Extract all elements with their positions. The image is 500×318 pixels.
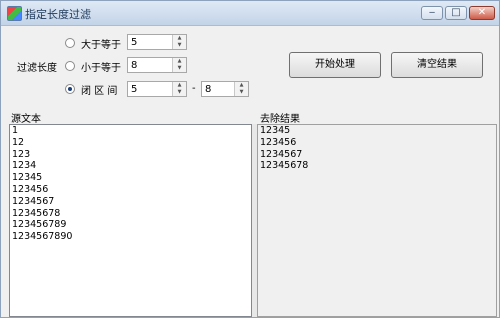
clear-results-button[interactable]: 清空结果 (391, 52, 483, 78)
spin-arrows[interactable]: ▲ ▼ (172, 58, 186, 72)
spin-up-icon[interactable]: ▲ (173, 82, 186, 89)
start-process-button[interactable]: 开始处理 (289, 52, 381, 78)
result-label: 去除结果 (260, 114, 300, 125)
radio-less-equal[interactable] (65, 61, 75, 71)
window-title: 指定长度过滤 (25, 8, 91, 21)
filter-length-label: 过滤长度 (17, 63, 57, 74)
app-window: 指定长度过滤 ‒ □ ✕ 过滤长度 大于等于 5 ▲ ▼ 小于等于 8 ▲ ▼ 闭 … (0, 0, 500, 318)
spin-arrows[interactable]: ▲ ▼ (234, 82, 248, 96)
range-separator: - (192, 83, 196, 94)
minimize-icon: ‒ (428, 7, 436, 18)
result-line: 12345678 (260, 160, 309, 172)
spin-up-icon[interactable]: ▲ (173, 35, 186, 42)
spin-down-icon[interactable]: ▼ (235, 89, 248, 96)
result-line: 12345 (260, 125, 291, 136)
source-text-label: 源文本 (11, 114, 41, 125)
maximize-button[interactable]: □ (445, 6, 467, 20)
less-equal-value: 8 (131, 60, 138, 71)
spin-arrows[interactable]: ▲ ▼ (172, 35, 186, 49)
spin-up-icon[interactable]: ▲ (173, 58, 186, 65)
title-bar[interactable]: 指定长度过滤 ‒ □ ✕ (1, 1, 499, 26)
source-line: 123456 (12, 183, 49, 195)
interval-to-value: 8 (205, 84, 212, 95)
source-line: 12345678 (12, 207, 61, 219)
result-textarea[interactable]: 12345 123456 1234567 12345678 (257, 124, 497, 317)
interval-from-value: 5 (131, 84, 138, 95)
radio-closed-interval[interactable] (65, 84, 75, 94)
radio-greater-equal[interactable] (65, 38, 75, 48)
spin-arrows[interactable]: ▲ ▼ (172, 82, 186, 96)
source-line: 1234567 (12, 195, 55, 207)
greater-equal-spinbox[interactable]: 5 ▲ ▼ (127, 34, 187, 50)
source-line: 1234 (12, 160, 37, 172)
source-line: 1 (12, 125, 19, 136)
spin-down-icon[interactable]: ▼ (173, 89, 186, 96)
radio-greater-equal-label[interactable]: 大于等于 (81, 36, 121, 51)
minimize-button[interactable]: ‒ (421, 6, 443, 20)
interval-to-spinbox[interactable]: 8 ▲ ▼ (201, 81, 249, 97)
close-icon: ✕ (477, 7, 487, 18)
spin-down-icon[interactable]: ▼ (173, 65, 186, 72)
source-line: 1234567890 (12, 231, 73, 243)
radio-closed-interval-label[interactable]: 闭 区 间 (81, 82, 117, 97)
maximize-icon: □ (451, 7, 461, 18)
source-line: 123 (12, 148, 31, 160)
source-line: 12345 (12, 172, 43, 184)
source-textarea[interactable]: 1 12 123 1234 12345 123456 1234567 12345… (9, 124, 252, 317)
close-button[interactable]: ✕ (469, 6, 495, 20)
radio-less-equal-label[interactable]: 小于等于 (81, 59, 121, 74)
app-icon (7, 6, 22, 21)
result-line: 1234567 (260, 148, 303, 160)
source-line: 123456789 (12, 219, 67, 231)
spin-down-icon[interactable]: ▼ (173, 42, 186, 49)
interval-from-spinbox[interactable]: 5 ▲ ▼ (127, 81, 187, 97)
spin-up-icon[interactable]: ▲ (235, 82, 248, 89)
result-line: 123456 (260, 136, 297, 148)
source-line: 12 (12, 136, 25, 148)
less-equal-spinbox[interactable]: 8 ▲ ▼ (127, 57, 187, 73)
greater-equal-value: 5 (131, 37, 138, 48)
